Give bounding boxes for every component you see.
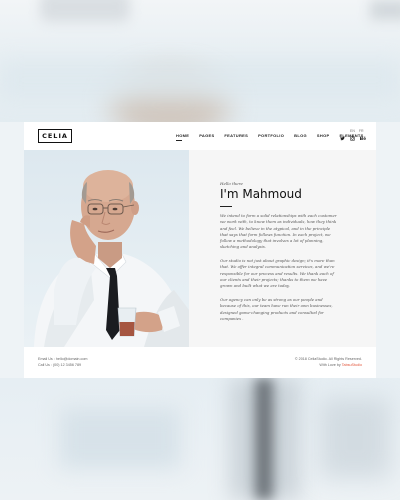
nav-item-blog[interactable]: BLOG: [294, 133, 307, 138]
nav-item-shop[interactable]: SHOP: [317, 133, 330, 138]
site-footer: Email Us : hello@domain.com Call Us : (0…: [24, 347, 376, 378]
about-page-window: CELIA HOME PAGES FEATURES PORTFOLIO BLOG…: [24, 122, 376, 378]
footer-credits: © 2018 CeliaStudio. All Rights Reserved.…: [295, 356, 362, 368]
blurred-background-top: [0, 0, 400, 122]
instagram-icon[interactable]: [350, 136, 355, 143]
footer-contact: Email Us : hello@domain.com Call Us : (0…: [38, 356, 87, 368]
title-divider: [220, 206, 232, 207]
nav-item-features[interactable]: FEATURES: [224, 133, 248, 138]
twitter-icon[interactable]: [340, 136, 345, 143]
about-paragraph-2: Our studio is not just about graphic des…: [220, 258, 335, 289]
footer-credit-line: With Love by TabsuStudio: [295, 362, 362, 368]
section-eyebrow: Hello there: [220, 181, 243, 186]
page-title: I'm Mahmoud: [220, 187, 302, 201]
behance-icon[interactable]: [360, 136, 366, 143]
lang-en[interactable]: EN: [350, 129, 355, 133]
footer-credit-prefix: With Love by: [319, 363, 341, 367]
about-section: Hello there I'm Mahmoud We intend to for…: [24, 150, 376, 347]
lang-fr[interactable]: FR: [359, 129, 364, 133]
about-paragraph-1: We intend to form a solid relationships …: [220, 213, 337, 250]
about-paragraph-3: Our agency can only be as strong as our …: [220, 297, 333, 321]
footer-credit-link[interactable]: TabsuStudio: [342, 363, 362, 367]
social-links: [340, 136, 366, 143]
nav-item-pages[interactable]: PAGES: [199, 133, 214, 138]
footer-phone[interactable]: Call Us : (00) 12 3456 789: [38, 362, 87, 368]
portrait-photo: [24, 150, 189, 347]
site-header: CELIA HOME PAGES FEATURES PORTFOLIO BLOG…: [24, 122, 376, 150]
nav-item-portfolio[interactable]: PORTFOLIO: [258, 133, 284, 138]
nav-item-home[interactable]: HOME: [176, 133, 189, 141]
blurred-background-bottom: [0, 378, 400, 500]
site-logo[interactable]: CELIA: [38, 129, 72, 143]
language-switcher: EN FR: [350, 129, 364, 133]
